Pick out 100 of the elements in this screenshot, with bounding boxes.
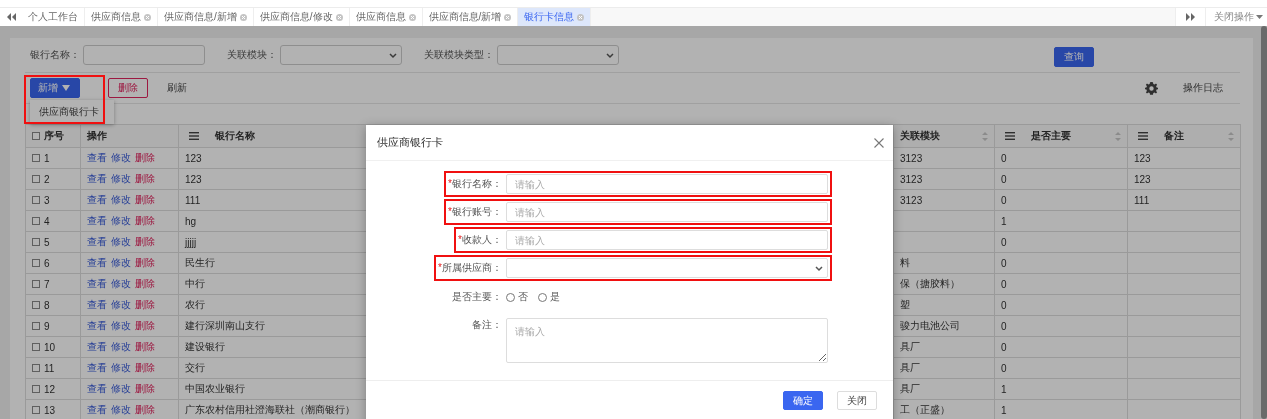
edit-link[interactable]: 修改 xyxy=(111,277,131,291)
sort-icon[interactable] xyxy=(1228,131,1234,141)
text-field[interactable]: 请输入 xyxy=(506,230,828,250)
checkbox[interactable] xyxy=(32,385,40,393)
delete-link[interactable]: 删除 xyxy=(135,361,155,375)
checkbox[interactable] xyxy=(32,238,40,246)
log-button[interactable]: 操作日志 xyxy=(1176,78,1230,98)
confirm-button[interactable]: 确定 xyxy=(783,391,823,410)
scrollbar[interactable] xyxy=(1261,26,1267,419)
table-cell: 1 xyxy=(995,211,1128,232)
menu-icon[interactable] xyxy=(189,131,199,141)
checkbox[interactable] xyxy=(32,259,40,267)
edit-link[interactable]: 修改 xyxy=(111,193,131,207)
field-label: *收款人： xyxy=(458,233,502,247)
menu-icon[interactable] xyxy=(1005,131,1015,141)
delete-link[interactable]: 删除 xyxy=(135,214,155,228)
sort-icon[interactable] xyxy=(1115,131,1121,141)
add-button[interactable]: 新增 xyxy=(30,78,80,98)
radio-option[interactable]: 是 xyxy=(538,290,560,304)
delete-link[interactable]: 删除 xyxy=(135,277,155,291)
view-link[interactable]: 查看 xyxy=(87,319,107,333)
tab[interactable]: 供应商信息/修改 xyxy=(253,8,350,26)
dropdown-field[interactable] xyxy=(506,258,828,278)
view-link[interactable]: 查看 xyxy=(87,151,107,165)
checkbox[interactable] xyxy=(32,217,40,225)
edit-link[interactable]: 修改 xyxy=(111,403,131,417)
close-operations-menu[interactable]: 关闭操作 xyxy=(1205,8,1267,26)
view-link[interactable]: 查看 xyxy=(87,193,107,207)
view-link[interactable]: 查看 xyxy=(87,298,107,312)
edit-link[interactable]: 修改 xyxy=(111,214,131,228)
delete-link[interactable]: 删除 xyxy=(135,403,155,417)
checkbox[interactable] xyxy=(32,280,40,288)
edit-link[interactable]: 修改 xyxy=(111,235,131,249)
refresh-button[interactable]: 刷新 xyxy=(160,78,194,98)
close-button[interactable]: 关闭 xyxy=(837,391,877,410)
checkbox[interactable] xyxy=(32,132,40,140)
text-field[interactable] xyxy=(83,45,205,65)
tab[interactable]: 供应商信息 xyxy=(349,8,423,26)
checkbox[interactable] xyxy=(32,322,40,330)
delete-link[interactable]: 删除 xyxy=(135,235,155,249)
close-icon[interactable] xyxy=(874,137,884,148)
table-cell: 111 xyxy=(1128,190,1241,211)
view-link[interactable]: 查看 xyxy=(87,340,107,354)
view-link[interactable]: 查看 xyxy=(87,277,107,291)
view-link[interactable]: 查看 xyxy=(87,172,107,186)
tab[interactable]: 个人工作台 xyxy=(22,8,85,26)
view-link[interactable]: 查看 xyxy=(87,235,107,249)
delete-link[interactable]: 删除 xyxy=(135,193,155,207)
radio-option[interactable]: 否 xyxy=(506,290,528,304)
checkbox[interactable] xyxy=(32,301,40,309)
settings-icon[interactable] xyxy=(1145,81,1158,95)
edit-link[interactable]: 修改 xyxy=(111,256,131,270)
search-button[interactable]: 查询 xyxy=(1054,47,1094,67)
sort-icon[interactable] xyxy=(982,131,988,141)
checkbox[interactable] xyxy=(32,175,40,183)
delete-button[interactable]: 删除 xyxy=(108,78,148,98)
delete-link[interactable]: 删除 xyxy=(135,298,155,312)
delete-link[interactable]: 删除 xyxy=(135,172,155,186)
field-label: 关联模块类型： xyxy=(424,48,494,62)
dropdown-field[interactable] xyxy=(280,45,402,65)
menu-icon[interactable] xyxy=(1138,131,1148,141)
table-cell: 123 xyxy=(1128,169,1241,190)
delete-link[interactable]: 删除 xyxy=(135,319,155,333)
edit-link[interactable]: 修改 xyxy=(111,172,131,186)
menu-item[interactable]: 供应商银行卡 xyxy=(30,103,114,121)
edit-link[interactable]: 修改 xyxy=(111,298,131,312)
dropdown-field[interactable] xyxy=(497,45,619,65)
view-link[interactable]: 查看 xyxy=(87,214,107,228)
tab[interactable]: 银行卡信息 xyxy=(518,8,592,26)
row-number: 7 xyxy=(44,278,50,290)
edit-link[interactable]: 修改 xyxy=(111,319,131,333)
checkbox[interactable] xyxy=(32,343,40,351)
checkbox[interactable] xyxy=(32,196,40,204)
delete-link[interactable]: 删除 xyxy=(135,382,155,396)
text-area[interactable]: 请输入 xyxy=(506,318,828,363)
delete-link[interactable]: 删除 xyxy=(135,151,155,165)
checkbox[interactable] xyxy=(32,406,40,414)
edit-link[interactable]: 修改 xyxy=(111,151,131,165)
edit-link[interactable]: 修改 xyxy=(111,382,131,396)
delete-link[interactable]: 删除 xyxy=(135,256,155,270)
view-link[interactable]: 查看 xyxy=(87,382,107,396)
scroll-right-button[interactable] xyxy=(1175,8,1205,26)
row-number: 2 xyxy=(44,173,50,185)
view-link[interactable]: 查看 xyxy=(87,403,107,417)
table-cell: 0 xyxy=(995,148,1128,169)
edit-link[interactable]: 修改 xyxy=(111,361,131,375)
view-link[interactable]: 查看 xyxy=(87,256,107,270)
checkbox[interactable] xyxy=(32,154,40,162)
text-field[interactable]: 请输入 xyxy=(506,174,828,194)
tab[interactable]: 供应商信息/新增 xyxy=(422,8,519,26)
tab[interactable]: 供应商信息/新增 xyxy=(158,8,254,26)
view-link[interactable]: 查看 xyxy=(87,361,107,375)
scroll-left-button[interactable] xyxy=(0,8,22,26)
delete-link[interactable]: 删除 xyxy=(135,340,155,354)
edit-link[interactable]: 修改 xyxy=(111,340,131,354)
field-label: 备注： xyxy=(472,318,502,332)
tab[interactable]: 供应商信息 xyxy=(85,8,158,26)
checkbox[interactable] xyxy=(32,364,40,372)
field-label: 是否主要： xyxy=(452,290,502,304)
text-field[interactable]: 请输入 xyxy=(506,202,828,222)
